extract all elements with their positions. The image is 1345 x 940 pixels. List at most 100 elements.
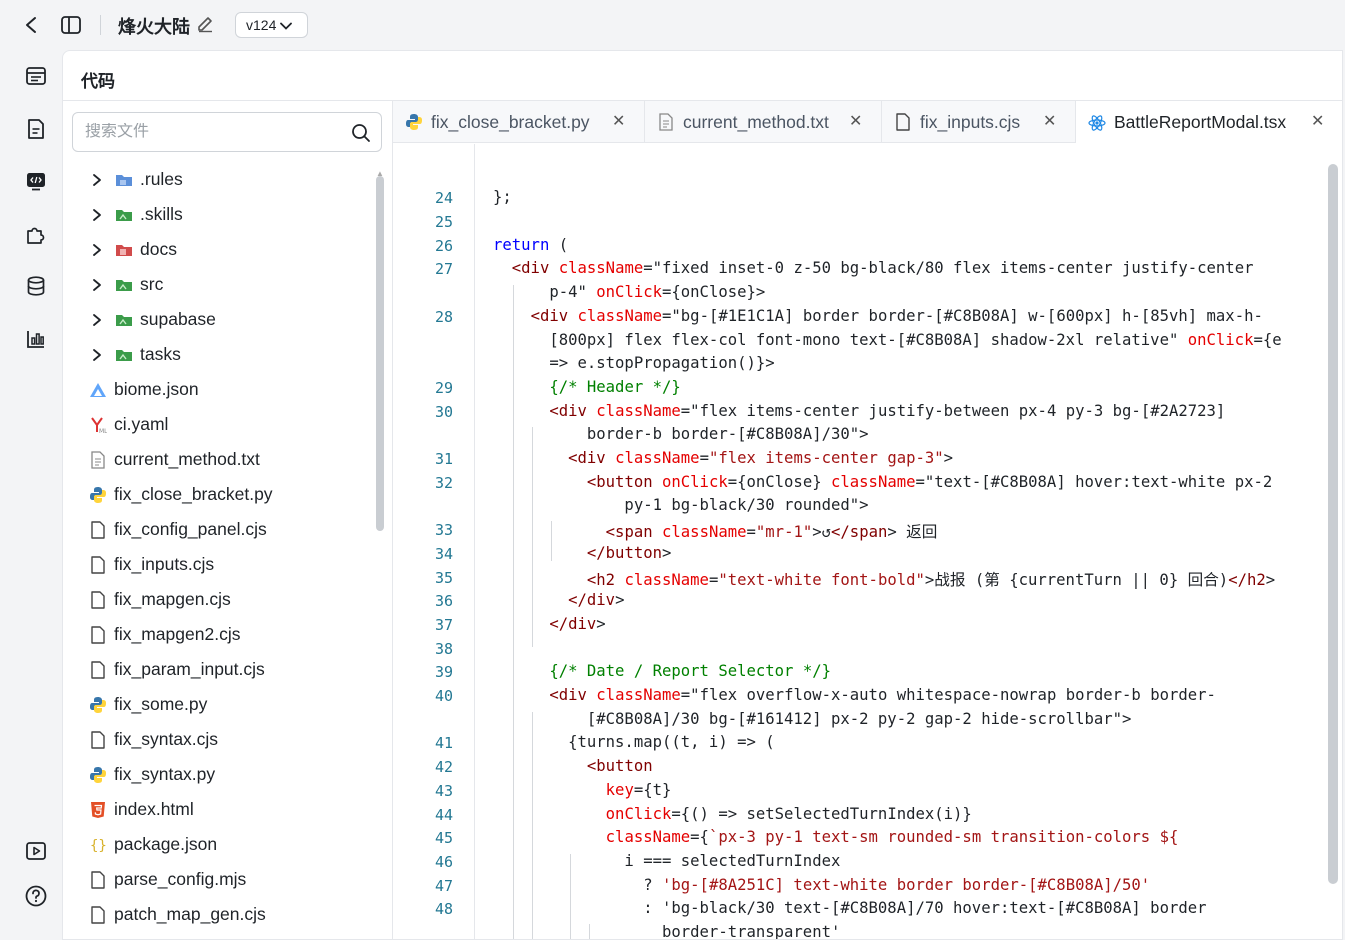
chevron-down-icon [280,17,293,33]
line-number: 39 [434,663,453,682]
tree-item-label: supabase [140,309,216,329]
tree-file[interactable]: fix_param_input.cjs [89,652,265,687]
help-icon[interactable] [24,884,48,908]
tree-file[interactable]: fix_config_panel.cjs [89,512,267,547]
chevron-right-icon[interactable] [89,242,105,258]
tree-folder[interactable]: docs [89,232,177,267]
tree-item-label: .rules [140,169,183,189]
divider [100,15,101,35]
chevron-right-icon[interactable] [89,207,105,223]
play-icon[interactable] [24,839,48,863]
tab-current-method-txt[interactable]: current_method.txt ✕ [645,101,882,143]
code-icon[interactable] [24,169,48,193]
tree-file[interactable]: fix_syntax.py [89,757,215,792]
tree-file[interactable]: biome.json [89,372,199,407]
line-number: 26 [434,236,453,255]
tree-item-label: ci.yaml [114,414,169,434]
tree-file[interactable]: fix_close_bracket.py [89,477,273,512]
line-number: 32 [434,473,453,492]
tree-folder[interactable]: supabase [89,302,216,337]
close-icon[interactable]: ✕ [612,114,628,130]
close-icon[interactable]: ✕ [1311,114,1327,130]
yaml-icon: ML [89,416,107,434]
line-number: 35 [434,568,453,587]
database-icon[interactable] [24,274,48,298]
tree-item-label: fix_syntax.cjs [114,729,219,749]
tab-battlereportmodal-tsx[interactable]: BattleReportModal.tsx ✕ [1076,101,1342,144]
editor-scrollbar[interactable] [1328,164,1338,884]
line-number: 31 [434,450,453,468]
file-icon [89,590,107,609]
code-line: <div className="bg-[#1E1C1A] border bord… [530,306,1263,325]
tree-file[interactable]: patch_map_gen.cjs [89,897,266,932]
close-icon[interactable]: ✕ [1043,114,1059,130]
close-icon[interactable]: ✕ [849,114,865,130]
line-number: 24 [434,189,453,208]
code-line: {/* Date / Report Selector */} [549,662,831,681]
tree-item-label: fix_mapgen.cjs [114,589,231,609]
edit-icon[interactable] [196,15,214,33]
tab-fix-inputs-cjs[interactable]: fix_inputs.cjs ✕ [882,101,1076,143]
tree-file[interactable]: current_method.txt [89,442,260,477]
line-number: 37 [434,615,453,634]
file-icon [894,113,912,131]
tree-file[interactable]: fix_mapgen.cjs [89,582,231,617]
version-select[interactable]: v124 [235,12,308,38]
code-line: className={`px-3 py-1 text-sm rounded-sm… [605,828,1179,847]
tree-item-label: fix_mapgen2.cjs [114,624,241,644]
chevron-right-icon[interactable] [89,347,105,363]
file-icon [89,730,107,749]
line-number: 30 [434,402,453,421]
line-number: 43 [434,781,453,800]
tree-file[interactable]: parse_config.mjs [89,862,246,897]
document-icon[interactable] [24,117,48,141]
chevron-right-icon[interactable] [89,277,105,293]
tree-file[interactable]: fix_some.py [89,687,207,722]
code-line: {/* Header */} [549,377,681,396]
project-title: 烽火大陆 [118,17,190,37]
chevron-right-icon[interactable] [89,312,105,328]
tree-file[interactable]: index.html [89,792,194,827]
code-line: <span className="mr-1">↺</span> 返回 [605,523,938,542]
code-line: return ( [493,235,569,254]
tree-file[interactable]: ML ci.yaml [89,407,168,442]
search-icon[interactable] [351,123,371,143]
list-icon[interactable] [24,64,48,88]
tree-item-label: biome.json [114,379,199,399]
tree-item-label: fix_some.py [114,694,208,714]
code-editor[interactable]: 24 25 26 27 28 29 30 31 32 33 34 35 36 37 38 39 40 41 42 43… [393,144,1342,939]
folder-green-icon [115,346,133,364]
sidebar-toggle-icon[interactable] [60,14,82,36]
search-input[interactable] [85,123,345,141]
tree-folder[interactable]: tasks [89,337,181,372]
tree-folder[interactable]: src [89,267,163,302]
code-line: <div className="flex items-center justif… [549,401,1226,420]
back-icon[interactable] [20,14,42,36]
code-line: <button [586,757,653,776]
tree-file[interactable]: fix_mapgen2.cjs [89,617,240,652]
chart-icon[interactable] [24,327,48,351]
tree-folder[interactable]: .skills [89,197,183,232]
line-number: 47 [434,876,453,895]
json-icon: {} [89,836,107,854]
search-box [72,112,382,152]
code-line: key={t} [605,780,672,799]
scrollbar[interactable] [376,176,384,531]
tree-file[interactable]: fix_inputs.cjs [89,547,214,582]
tree-file[interactable]: {} package.json [89,827,217,862]
code-line: [#C8B08A]/30 bg-[#161412] px-2 py-2 gap-… [493,709,1132,728]
tree-item-label: fix_close_bracket.py [114,484,273,504]
line-number: 45 [434,829,453,848]
tab-fix-close-bracket-py[interactable]: fix_close_bracket.py ✕ [393,101,645,143]
tree-file[interactable]: fix_syntax.cjs [89,722,218,757]
code-line: : 'bg-black/30 text-[#C8B08A]/70 hover:t… [493,899,1207,918]
tree-folder[interactable]: .rules [89,162,183,197]
code-line: }; [493,188,512,207]
line-number: 38 [434,639,453,658]
code-line: p-4" onClick={onClose}> [493,283,766,302]
file-icon [89,555,107,574]
chevron-right-icon[interactable] [89,172,105,188]
puzzle-icon[interactable] [24,222,48,246]
html5-icon [89,801,107,819]
line-number: 28 [434,307,453,326]
